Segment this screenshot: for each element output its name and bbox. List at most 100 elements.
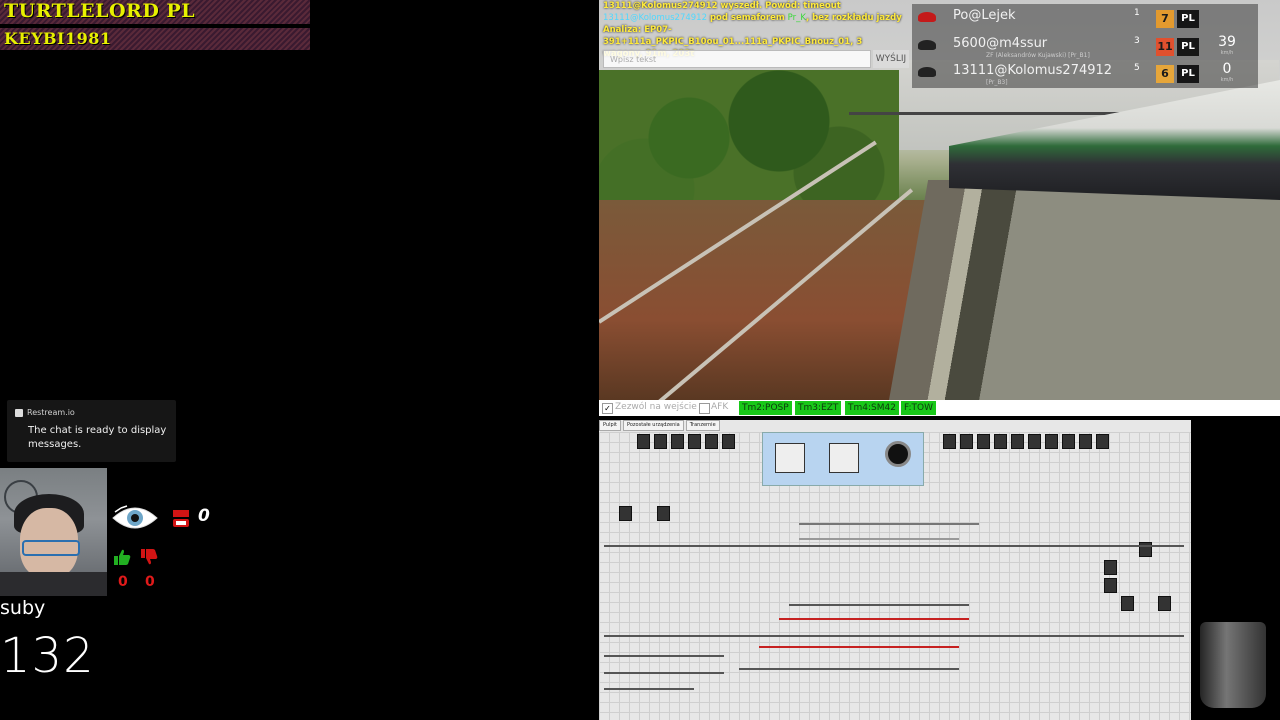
train-tag[interactable]: Tm2:POSP <box>739 401 792 415</box>
relay-block[interactable] <box>1079 434 1092 449</box>
relay-block[interactable] <box>722 434 735 449</box>
player-index: 1 <box>1134 8 1140 18</box>
relay-block[interactable] <box>654 434 667 449</box>
channel-banner-bottom: KEYBI1981 <box>0 28 310 50</box>
driver-hat-icon <box>918 67 936 77</box>
player-index: 5 <box>1134 63 1140 73</box>
player-name: 13111@Kolomus274912 <box>953 63 1113 78</box>
relay-block[interactable] <box>637 434 650 449</box>
chat-status-message: The chat is ready to display messages. <box>28 425 167 450</box>
tab-pulpit[interactable]: Pulpit <box>599 420 622 431</box>
afk-checkbox[interactable] <box>699 403 710 414</box>
player-speed: 0 <box>1222 61 1232 77</box>
yard-track[interactable] <box>604 688 694 690</box>
channel-banner-top: TURTLELORD PL <box>0 0 310 24</box>
restream-brand: Restream.io <box>15 408 75 417</box>
player-flag: PL <box>1177 10 1199 28</box>
player-level: 7 <box>1156 10 1174 28</box>
player-level: 6 <box>1156 65 1174 83</box>
station-track-occupied[interactable] <box>779 618 969 620</box>
dispatcher-hat-icon <box>918 12 936 22</box>
siding-track[interactable] <box>799 523 979 525</box>
main-track[interactable] <box>604 545 1184 547</box>
relay-block[interactable] <box>1096 434 1109 449</box>
player-location: ZF (Aleksandrów Kujawski) [Pr_B1] <box>986 52 1090 59</box>
relay-block[interactable] <box>977 434 990 449</box>
relay-block[interactable] <box>1011 434 1024 449</box>
relay-block[interactable] <box>688 434 701 449</box>
station-platform <box>889 180 1280 400</box>
restream-logo-icon <box>15 408 23 417</box>
thumbs-down-icon <box>141 549 158 565</box>
likes-count: 0 <box>118 574 128 590</box>
desk-cup <box>1200 622 1266 708</box>
gauge-box <box>762 432 924 486</box>
chat-line-2-signal: Pr_K <box>787 13 806 23</box>
relay-block[interactable] <box>619 506 632 521</box>
player-name: Po@Lejek <box>953 8 1016 23</box>
player-level: 11 <box>1156 38 1174 56</box>
afk-label: AFK <box>711 402 729 412</box>
webcam-glasses <box>22 540 80 556</box>
player-row[interactable]: 13111@Kolomus274912 [Pr_B3] 5 6 PL 0 km/… <box>912 61 1258 87</box>
yard-track[interactable] <box>604 672 724 674</box>
chat-line-2-player: 13111@Kolomus274912 <box>603 13 707 23</box>
send-button[interactable]: WYŚLIJ <box>873 50 909 68</box>
siding-track[interactable] <box>799 538 959 540</box>
subscribers-label: suby <box>0 597 46 619</box>
relay-block[interactable] <box>943 434 956 449</box>
channel-name: TURTLELORD PL <box>4 0 196 22</box>
driver-hat-icon <box>918 40 936 50</box>
voltmeter-gauge <box>775 443 805 473</box>
control-dial[interactable] <box>885 441 911 467</box>
relay-block[interactable] <box>1121 596 1134 611</box>
station-track-occupied[interactable] <box>759 646 959 648</box>
train-tag[interactable]: F:TOW <box>901 401 936 415</box>
player-list: Po@Lejek 1 7 PL 5600@m4ssur ZF (Aleksand… <box>912 4 1258 88</box>
relay-block[interactable] <box>1104 578 1117 593</box>
webcam-shirt <box>0 572 107 596</box>
game-chat-input[interactable]: Wpisz tekst <box>603 50 871 68</box>
player-name: 5600@m4ssur <box>953 36 1048 51</box>
relay-block[interactable] <box>705 434 718 449</box>
allow-entry-checkbox[interactable]: ✓ <box>602 403 613 414</box>
yard-track[interactable] <box>604 655 724 657</box>
channel-subtitle: KEYBI1981 <box>4 29 112 48</box>
player-location: [Pr_B3] <box>986 79 1008 86</box>
relay-block[interactable] <box>1028 434 1041 449</box>
train-tag[interactable]: Tm3:EZT <box>795 401 842 415</box>
relay-block[interactable] <box>1062 434 1075 449</box>
station-track[interactable] <box>739 668 959 670</box>
relay-block[interactable] <box>657 506 670 521</box>
station-track[interactable] <box>789 604 969 606</box>
tab-other-devices[interactable]: Pozostałe urządzenia <box>623 420 684 431</box>
tab-transfer[interactable]: Tranzernie <box>685 420 720 431</box>
webcam-feed <box>0 468 107 596</box>
speed-unit: km/h <box>1220 77 1234 83</box>
relay-block[interactable] <box>960 434 973 449</box>
train-tag[interactable]: Tm4:SM42 <box>845 401 899 415</box>
viewers-eye-icon <box>112 505 158 529</box>
player-row[interactable]: 5600@m4ssur ZF (Aleksandrów Kujawski) [P… <box>912 34 1258 60</box>
main-track[interactable] <box>604 635 1184 637</box>
chat-line-2-text: pod semaforem <box>707 13 788 23</box>
player-row[interactable]: Po@Lejek 1 7 PL <box>912 6 1258 32</box>
restream-chat-box: Restream.io The chat is ready to display… <box>7 400 176 462</box>
player-flag: PL <box>1177 65 1199 83</box>
relay-block[interactable] <box>1158 596 1171 611</box>
restream-brand-label: Restream.io <box>27 408 75 417</box>
relay-block[interactable] <box>1104 560 1117 575</box>
dislikes-count: 0 <box>145 574 155 590</box>
ammeter-gauge <box>829 443 859 473</box>
player-flag: PL <box>1177 38 1199 56</box>
relay-block[interactable] <box>994 434 1007 449</box>
thumbs-up-icon <box>114 549 131 565</box>
dispatcher-panel[interactable]: Pulpit Pozostałe urządzenia Tranzernie <box>599 420 1191 720</box>
relay-block[interactable] <box>1045 434 1058 449</box>
player-index: 3 <box>1134 36 1140 46</box>
relay-block[interactable] <box>671 434 684 449</box>
status-bar: ✓ Zezwól na wejście AFK Tm2:POSP Tm3:EZT… <box>599 400 1280 416</box>
subscribers-count: 132 <box>0 628 95 684</box>
panel-tabs: Pulpit Pozostałe urządzenia Tranzernie <box>599 420 720 431</box>
youtube-icon <box>173 510 189 527</box>
